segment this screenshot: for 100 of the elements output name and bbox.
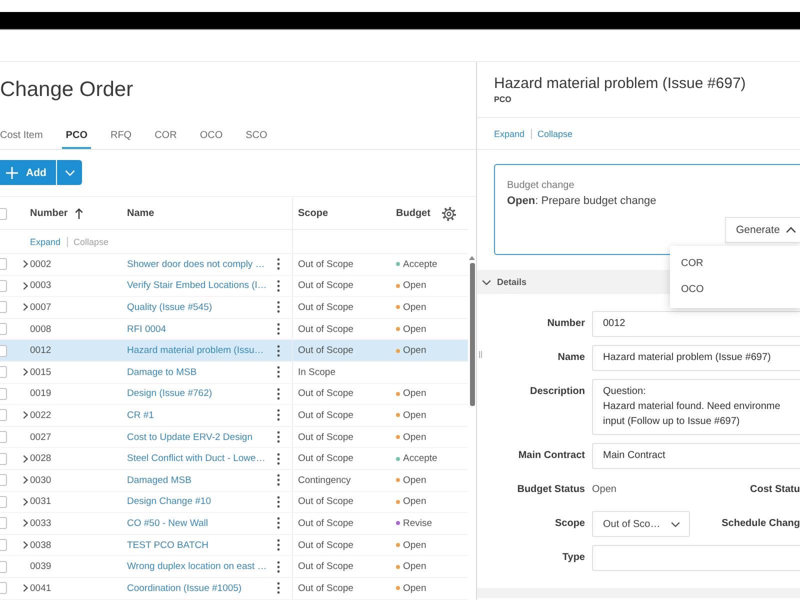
checkbox[interactable] [0,208,7,220]
table-row[interactable]: 0031 Design Change #10 Out of Scope Open [0,492,468,514]
item-link[interactable]: Quality (Issue #545) [127,302,212,313]
column-header[interactable]: Scope [298,208,328,219]
textarea-field[interactable]: Question: Hazard material found. Need environme input (Follow up to Issue #697) [592,379,800,435]
link[interactable]: Collapse [538,128,573,138]
checkbox[interactable] [0,517,7,530]
checkbox[interactable] [0,280,7,292]
more-options-icon[interactable] [277,431,280,444]
tab[interactable]: OCO [196,124,227,149]
checkbox[interactable] [0,301,7,314]
checkbox[interactable] [0,452,7,465]
table-row[interactable]: 0007 Quality (Issue #545) Out of Scope Open [0,297,468,319]
item-link[interactable]: Cost to Update ERV-2 Design [127,432,253,443]
table-row[interactable]: 0030 Damaged MSB Contingency Open [0,470,468,492]
checkbox[interactable] [0,258,7,270]
item-link[interactable]: RFI 0004 [127,324,166,335]
chevron-right-icon[interactable] [22,519,28,528]
scrollbar-thumb[interactable] [470,263,474,406]
column-header[interactable]: Budget [396,208,430,219]
item-link[interactable]: Damage to MSB [127,366,197,378]
more-options-icon[interactable] [277,301,280,314]
more-options-icon[interactable] [277,560,280,573]
more-options-icon[interactable] [277,409,280,422]
checkbox[interactable] [0,560,7,573]
more-options-icon[interactable] [277,366,280,378]
tab[interactable]: RFQ [106,124,136,149]
checkbox[interactable] [0,388,7,400]
chevron-right-icon[interactable] [22,303,28,312]
checkbox[interactable] [0,366,7,378]
chevron-right-icon[interactable] [22,411,28,420]
checkbox[interactable] [0,582,7,594]
tab[interactable]: Cost Item [0,124,47,149]
more-options-icon[interactable] [277,258,280,270]
select-field[interactable]: Out of Sco… [592,511,690,537]
more-options-icon[interactable] [277,452,280,465]
add-options-button[interactable] [57,160,82,185]
input-field[interactable]: Hazard material problem (Issue #697) [592,345,800,371]
link[interactable]: Expand [30,236,61,246]
item-link[interactable]: Design Change #10 [127,496,211,508]
more-options-icon[interactable] [277,344,280,357]
add-button[interactable]: Add [0,160,56,185]
more-options-icon[interactable] [277,474,280,486]
item-link[interactable]: Design (Issue #762) [127,388,212,400]
chevron-right-icon[interactable] [22,498,28,506]
item-link[interactable]: CR #1 [127,410,154,421]
table-row[interactable]: 0038 TEST PCO BATCH Out of Scope Open [0,534,468,556]
chevron-right-icon[interactable] [22,584,28,592]
chevron-right-icon[interactable] [22,260,28,268]
item-link[interactable]: Steel Conflict with Duct - Lowe… [127,453,266,464]
table-row[interactable]: 0015 Damage to MSB In Scope [0,362,468,384]
chevron-right-icon[interactable] [22,541,28,550]
table-row[interactable]: 0028 Steel Conflict with Duct - Lowe… Out of Scope Accepte [0,448,468,470]
input-field[interactable] [592,545,800,571]
more-options-icon[interactable] [277,323,280,336]
chevron-right-icon[interactable] [22,368,28,376]
table-row[interactable]: 0012 Hazard material problem (Issu… Out of Scope Open [0,340,468,362]
item-link[interactable]: Coordination (Issue #1005) [127,582,242,594]
item-link[interactable]: CO #50 - New Wall [127,518,208,529]
item-link[interactable]: TEST PCO BATCH [127,540,208,551]
more-options-icon[interactable] [277,517,280,530]
checkbox[interactable] [0,474,7,486]
table-row[interactable]: 0022 CR #1 Out of Scope Open [0,405,468,427]
table-row[interactable]: 0027 Cost to Update ERV-2 Design Out of Scope Open [0,426,468,448]
tab[interactable]: SCO [242,124,272,149]
scroll-up-icon[interactable] [469,256,475,260]
tab[interactable]: PCO [62,124,92,149]
input-field[interactable]: 0012 [592,311,800,337]
table-row[interactable]: 0039 Wrong duplex location on east … Out of Scope Open [0,556,468,578]
more-options-icon[interactable] [277,539,280,552]
checkbox[interactable] [0,539,7,552]
item-link[interactable]: Verify Stair Embed Locations (I… [127,280,267,292]
checkbox[interactable] [0,431,7,444]
table-row[interactable]: 0019 Design (Issue #762) Out of Scope Open [0,384,468,406]
link[interactable]: Expand [494,128,525,138]
input-field[interactable]: Main Contract [592,443,800,469]
tab[interactable]: COR [150,124,181,149]
more-options-icon[interactable] [277,280,280,292]
checkbox[interactable] [0,409,7,422]
chevron-right-icon[interactable] [22,282,28,290]
table-row[interactable]: 0002 Shower door does not comply … Out of Scope Accepte [0,254,468,276]
more-options-icon[interactable] [277,496,280,508]
chevron-right-icon[interactable] [22,454,28,463]
checkbox[interactable] [0,496,7,508]
resize-handle-icon[interactable] [479,351,482,358]
table-row[interactable]: 0003 Verify Stair Embed Locations (I… Out of Scope Open [0,276,468,298]
column-header[interactable]: Number [30,208,83,219]
more-options-icon[interactable] [277,582,280,594]
table-row[interactable]: 0033 CO #50 - New Wall Out of Scope Revise [0,513,468,535]
item-link[interactable]: Damaged MSB [127,474,192,486]
table-row[interactable]: 0041 Coordination (Issue #1005) Out of Scope Open [0,578,468,600]
checkbox[interactable] [0,344,7,357]
generate-button[interactable]: Generate [725,217,800,243]
item-link[interactable]: Shower door does not comply … [127,258,265,270]
checkbox[interactable] [0,323,7,336]
settings-icon[interactable] [442,206,456,220]
chevron-right-icon[interactable] [22,476,28,484]
column-header[interactable]: Name [127,208,154,219]
more-options-icon[interactable] [277,388,280,400]
item-link[interactable]: Wrong duplex location on east … [127,561,267,572]
